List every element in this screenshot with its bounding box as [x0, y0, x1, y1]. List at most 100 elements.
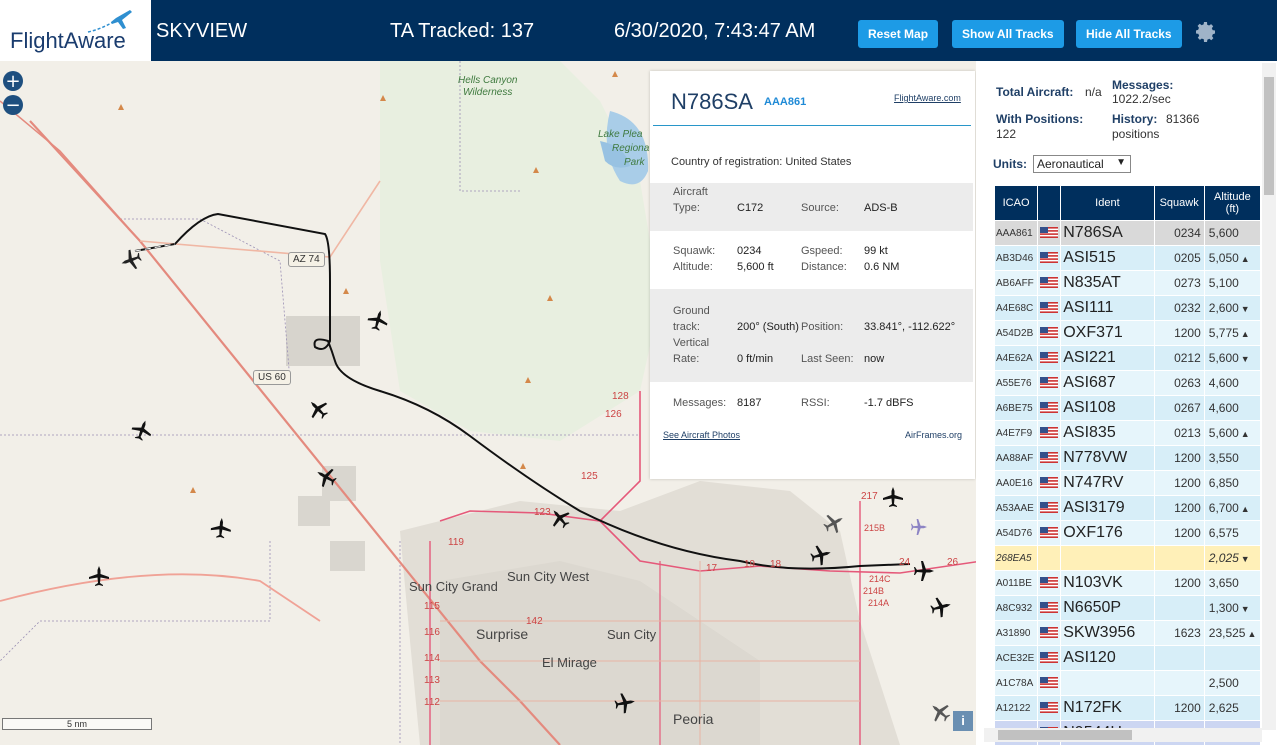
aircraft-icon[interactable]: [89, 566, 109, 586]
panel-splitter[interactable]: [976, 61, 984, 745]
cell-squawk: 1623: [1154, 621, 1204, 645]
cell-altitude: 5,600: [1204, 221, 1260, 245]
cell-flag: [1038, 446, 1061, 470]
cell-flag: [1038, 396, 1061, 420]
cell-ident: ASI111: [1061, 296, 1154, 320]
table-row[interactable]: 268EA5 2,025 ▼: [995, 546, 1260, 570]
table-row[interactable]: A1C78A 2,500: [995, 671, 1260, 695]
aircraft-photos-link[interactable]: See Aircraft Photos: [663, 430, 740, 440]
table-row[interactable]: A12122 N172FK 1200 2,625: [995, 696, 1260, 720]
cell-icao: A1C78A: [995, 671, 1038, 695]
aircraft-icon[interactable]: [928, 594, 954, 620]
table-row[interactable]: A4E62A ASI221 0212 5,600 ▼: [995, 346, 1260, 370]
route-number: 142: [526, 616, 543, 627]
vertical-trend-icon: ▼: [1240, 354, 1250, 364]
zoom-in-button[interactable]: +: [3, 71, 23, 91]
flightaware-link[interactable]: FlightAware.com: [894, 93, 961, 103]
aircraft-icon[interactable]: [118, 247, 144, 273]
vertical-trend-icon: ▲: [1240, 504, 1250, 514]
table-row[interactable]: AAA861 N786SA 0234 5,600: [995, 221, 1260, 245]
aircraft-icon[interactable]: [613, 691, 637, 715]
zoom-out-button[interactable]: −: [3, 95, 23, 115]
col-squawk[interactable]: Squawk: [1154, 186, 1204, 220]
table-row[interactable]: A4E68C ASI111 0232 2,600 ▼: [995, 296, 1260, 320]
messages-rate-value: 1022.2/sec: [1112, 92, 1171, 106]
hide-all-tracks-button[interactable]: Hide All Tracks: [1076, 20, 1182, 48]
skyview-app: FlightAware SKYVIEW TA Tracked: 137 6/30…: [0, 0, 1277, 745]
squawk-value: 0234: [737, 245, 762, 257]
cell-ident: N747RV: [1061, 471, 1154, 495]
cell-squawk: 1200: [1154, 696, 1204, 720]
aircraft-icon[interactable]: [883, 487, 903, 507]
altitude-value: 5,600: [1208, 226, 1239, 240]
table-row[interactable]: A011BE N103VK 1200 3,650: [995, 571, 1260, 595]
aircraft-icon[interactable]: [820, 509, 848, 537]
table-row[interactable]: A4E7F9 ASI835 0213 5,600 ▲: [995, 421, 1260, 445]
cell-squawk: 1200: [1154, 446, 1204, 470]
col-ident[interactable]: Ident: [1061, 186, 1154, 220]
aircraft-icon[interactable]: [303, 394, 333, 424]
panel-horizontal-scrollbar[interactable]: [984, 728, 1262, 742]
aircraft-icon[interactable]: [129, 417, 155, 443]
flightaware-logo[interactable]: FlightAware: [0, 0, 151, 61]
cell-altitude: [1204, 646, 1260, 670]
table-row[interactable]: AB3D46 ASI515 0205 5,050 ▲: [995, 246, 1260, 270]
altitude-value: 5,050: [1208, 251, 1239, 265]
table-row[interactable]: A54D2B OXF371 1200 5,775 ▲: [995, 321, 1260, 345]
table-row[interactable]: A54D76 OXF176 1200 6,575: [995, 521, 1260, 545]
cell-icao: AB3D46: [995, 246, 1038, 270]
cell-ident: [1061, 671, 1154, 695]
route-number: 217: [861, 491, 878, 502]
cell-squawk: 0273: [1154, 271, 1204, 295]
scroll-thumb[interactable]: [1264, 77, 1274, 195]
route-number: 215B: [864, 523, 886, 533]
table-row[interactable]: A55E76 ASI687 0263 4,600: [995, 371, 1260, 395]
aircraft-icon[interactable]: [210, 517, 232, 539]
aircraft-table-body: AAA861 N786SA 0234 5,600 AB3D46 ASI515 0205 5,0…: [995, 221, 1260, 745]
us-flag-icon: [1040, 252, 1059, 264]
cell-squawk: 0205: [1154, 246, 1204, 270]
vertical-trend-icon: ▼: [1240, 554, 1250, 564]
aircraft-panel: Total Aircraft: n/a Messages: 1022.2/sec…: [984, 61, 1277, 745]
table-row[interactable]: A8C932 N6650P 1,300 ▼: [995, 596, 1260, 620]
table-row[interactable]: AB6AFF N835AT 0273 5,100: [995, 271, 1260, 295]
table-row[interactable]: ACE32E ASI120: [995, 646, 1260, 670]
map-label-surprise: Surprise: [476, 626, 529, 642]
messages-label: Messages:: [673, 397, 727, 409]
panel-vertical-scrollbar[interactable]: [1262, 63, 1276, 730]
table-row[interactable]: AA88AF N778VW 1200 3,550: [995, 446, 1260, 470]
altitude-value: 2,600: [1208, 301, 1239, 315]
route-number: 214C: [869, 574, 891, 584]
table-row[interactable]: A53AAE ASI3179 1200 6,700 ▲: [995, 496, 1260, 520]
cell-icao: A54D76: [995, 521, 1038, 545]
vertical-rate-label-1: Vertical: [673, 337, 710, 349]
reset-map-button[interactable]: Reset Map: [858, 20, 939, 48]
col-flag[interactable]: [1038, 186, 1061, 220]
us-flag-icon: [1040, 327, 1059, 339]
table-row[interactable]: A6BE75 ASI108 0267 4,600: [995, 396, 1260, 420]
airframes-link[interactable]: AirFrames.org: [905, 430, 962, 440]
messages-rate-label: Messages:: [1112, 78, 1174, 92]
gear-icon[interactable]: [1194, 20, 1218, 44]
units-select[interactable]: Aeronautical ▼: [1033, 155, 1131, 173]
altitude-value: 5,600 ft: [737, 261, 774, 273]
map-info-button[interactable]: i: [953, 711, 973, 731]
aircraft-icon[interactable]: [808, 542, 834, 568]
cell-icao: A12122: [995, 696, 1038, 720]
show-all-tracks-button[interactable]: Show All Tracks: [952, 20, 1064, 48]
position-value: 33.841°, -112.622°: [864, 321, 956, 333]
aircraft-icon[interactable]: [914, 561, 934, 581]
cell-flag: [1038, 621, 1061, 645]
aircraft-icon[interactable]: [365, 307, 391, 333]
col-altitude[interactable]: Altitude (ft): [1204, 186, 1260, 220]
table-row[interactable]: AA0E16 N747RV 1200 6,850: [995, 471, 1260, 495]
us-flag-icon: [1040, 627, 1059, 639]
hscroll-thumb[interactable]: [998, 730, 1132, 740]
aircraft-icon[interactable]: [312, 463, 340, 491]
table-row[interactable]: A31890 SKW3956 1623 23,525 ▲: [995, 621, 1260, 645]
cell-squawk: 0213: [1154, 421, 1204, 445]
units-selected: Aeronautical: [1037, 157, 1104, 171]
col-icao[interactable]: ICAO: [995, 186, 1038, 220]
route-number: 119: [448, 537, 464, 548]
aircraft-icon[interactable]: [925, 697, 955, 727]
